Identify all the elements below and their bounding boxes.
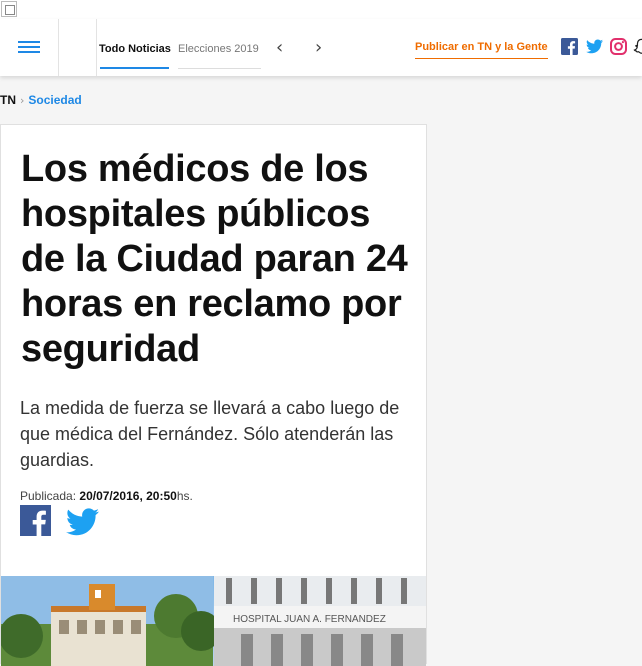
- facebook-icon[interactable]: [561, 38, 578, 55]
- breadcrumb: TN › Sociedad: [0, 93, 82, 107]
- article-title: Los médicos de los hospitales públicos d…: [21, 148, 408, 370]
- chevron-right-icon[interactable]: ›: [315, 37, 322, 58]
- published-date: Publicada: 20/07/2016, 20:50hs.: [20, 489, 193, 503]
- tab-divider: [178, 68, 261, 69]
- tab-elecciones-2019[interactable]: Elecciones 2019: [178, 43, 259, 55]
- hospital-photo: HOSPITAL JUAN A. FERNANDEZ: [1, 576, 426, 666]
- hero-image: HOSPITAL JUAN A. FERNANDEZ: [1, 576, 426, 666]
- active-tab-indicator: [100, 67, 169, 69]
- tab-todo-noticias[interactable]: Todo Noticias: [99, 43, 171, 55]
- publish-tn-y-la-gente-link[interactable]: Publicar en TN y la Gente: [415, 41, 548, 59]
- facebook-share-icon[interactable]: [20, 505, 51, 536]
- broken-image-icon: [1, 1, 17, 17]
- instagram-icon[interactable]: [610, 38, 627, 55]
- twitter-icon[interactable]: [586, 38, 603, 55]
- logo-slot[interactable]: [58, 19, 97, 76]
- hamburger-menu-icon[interactable]: [18, 39, 40, 55]
- article-card: Los médicos de los hospitales públicos d…: [0, 124, 427, 666]
- published-suffix: hs.: [176, 489, 193, 503]
- published-datetime: 20/07/2016, 20:50: [79, 489, 177, 503]
- snapchat-icon[interactable]: [633, 38, 642, 55]
- top-strip: [0, 0, 642, 19]
- breadcrumb-section-link[interactable]: Sociedad: [28, 93, 81, 107]
- chevron-left-icon[interactable]: ‹: [276, 37, 283, 58]
- chevron-right-icon: ›: [20, 94, 25, 107]
- site-header: Todo Noticias Elecciones 2019 ‹ › Public…: [0, 19, 642, 76]
- twitter-share-icon[interactable]: [66, 508, 99, 536]
- article-lead: La medida de fuerza se llevará a cabo lu…: [20, 398, 400, 470]
- published-label: Publicada:: [20, 489, 77, 503]
- breadcrumb-home-link[interactable]: TN: [0, 93, 16, 107]
- hospital-sign-text: HOSPITAL JUAN A. FERNANDEZ: [233, 614, 386, 625]
